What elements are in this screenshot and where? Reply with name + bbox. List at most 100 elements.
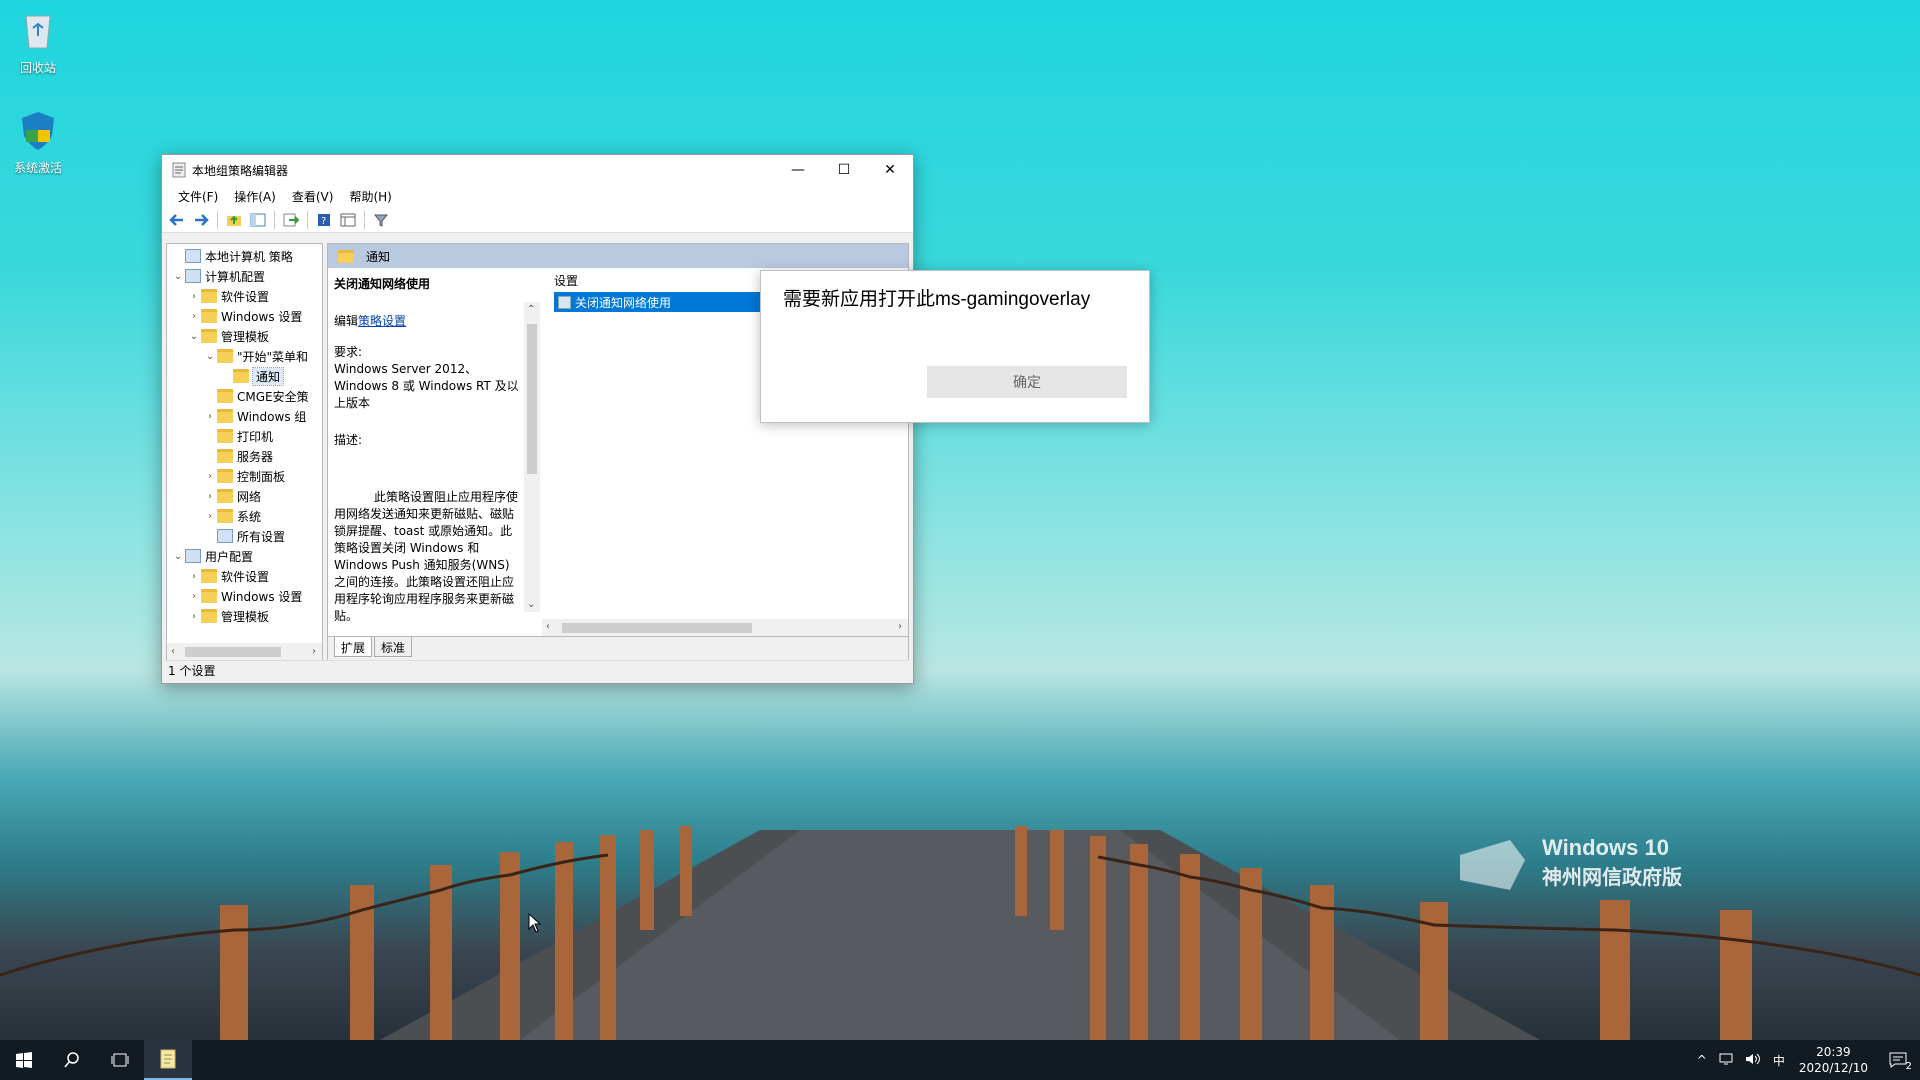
tree-item[interactable]: › Windows 设置 bbox=[167, 306, 322, 326]
tree-item[interactable]: › Windows 设置 bbox=[167, 586, 322, 606]
scroll-thumb[interactable] bbox=[562, 623, 752, 633]
scroll-thumb[interactable] bbox=[527, 324, 537, 474]
task-view-button[interactable] bbox=[96, 1040, 144, 1080]
tree-expander-icon[interactable]: › bbox=[187, 571, 201, 582]
tree-item-label: 控制面板 bbox=[237, 469, 286, 484]
requirements-text: Windows Server 2012、Windows 8 或 Windows … bbox=[334, 362, 519, 410]
start-icon bbox=[16, 1052, 32, 1068]
tree-item-label: Windows 设置 bbox=[221, 589, 303, 604]
tree-item-label: "开始"菜单和 bbox=[237, 349, 309, 364]
tree-item[interactable]: ⌄ 计算机配置 bbox=[167, 266, 322, 286]
tree-expander-icon[interactable]: › bbox=[187, 291, 201, 302]
scroll-right-icon[interactable]: › bbox=[898, 621, 902, 632]
title-bar[interactable]: 本地组策略编辑器 — ☐ ✕ bbox=[162, 155, 913, 185]
tree-expander-icon[interactable]: › bbox=[187, 611, 201, 622]
export-list-icon[interactable] bbox=[280, 209, 302, 231]
tree-item[interactable]: 打印机 bbox=[167, 426, 322, 446]
menu-help[interactable]: 帮助(H) bbox=[341, 188, 399, 205]
scroll-thumb[interactable] bbox=[185, 647, 281, 657]
folder-icon bbox=[217, 489, 233, 503]
tree-expander-icon[interactable]: › bbox=[203, 511, 217, 522]
tree-expander-icon[interactable]: ⌄ bbox=[187, 331, 201, 342]
list-horizontal-scrollbar[interactable]: ‹ › bbox=[542, 619, 908, 636]
tab-standard[interactable]: 标准 bbox=[374, 637, 413, 657]
tree-item[interactable]: › 管理模板 bbox=[167, 606, 322, 626]
menu-action[interactable]: 操作(A) bbox=[226, 188, 284, 205]
tree-expander-icon[interactable]: ⌄ bbox=[171, 271, 185, 282]
close-button[interactable]: ✕ bbox=[867, 155, 913, 185]
scroll-left-icon[interactable]: ‹ bbox=[171, 646, 175, 657]
edit-line: 编辑策略设置 bbox=[334, 313, 536, 330]
tree-item[interactable]: CMGE安全策 bbox=[167, 386, 322, 406]
tree-expander-icon[interactable]: › bbox=[203, 491, 217, 502]
tree-item-label: 打印机 bbox=[237, 429, 274, 444]
filter-icon[interactable] bbox=[370, 209, 392, 231]
taskbar-app-group-policy[interactable] bbox=[144, 1040, 192, 1080]
tree-expander-icon[interactable]: › bbox=[203, 411, 217, 422]
tree-expander-icon[interactable]: ⌄ bbox=[171, 551, 185, 562]
clock-time: 20:39 bbox=[1816, 1045, 1851, 1059]
desktop-icon-activation[interactable]: 系统激活 bbox=[8, 108, 68, 176]
tree-item-label: 通知 bbox=[251, 366, 285, 386]
tree-item-label: 软件设置 bbox=[221, 289, 270, 304]
policy-settings-link[interactable]: 策略设置 bbox=[358, 314, 406, 328]
up-folder-icon[interactable] bbox=[223, 209, 245, 231]
tree-item[interactable]: 服务器 bbox=[167, 446, 322, 466]
tree-item[interactable]: › 控制面板 bbox=[167, 466, 322, 486]
maximize-button[interactable]: ☐ bbox=[821, 155, 867, 185]
tree-item[interactable]: 通知 bbox=[167, 366, 322, 386]
tree-item[interactable]: › 系统 bbox=[167, 506, 322, 526]
description-scrollbar[interactable]: ⌃ ⌄ bbox=[524, 302, 540, 612]
tree-item-label: 系统 bbox=[237, 509, 262, 524]
scroll-up-icon[interactable]: ⌃ bbox=[527, 304, 535, 315]
help-icon[interactable]: ? bbox=[313, 209, 335, 231]
ime-indicator[interactable]: 中 bbox=[1767, 1052, 1791, 1069]
tree-expander-icon[interactable]: › bbox=[203, 471, 217, 482]
toolbar-separator bbox=[307, 210, 308, 229]
tree-item[interactable]: › 软件设置 bbox=[167, 566, 322, 586]
network-icon[interactable] bbox=[1713, 1053, 1739, 1068]
scroll-down-icon[interactable]: ⌄ bbox=[527, 599, 535, 610]
menu-view[interactable]: 查看(V) bbox=[284, 188, 342, 205]
tree-item[interactable]: ⌄ 用户配置 bbox=[167, 546, 322, 566]
details-header: 通知 bbox=[328, 244, 908, 268]
action-center-button[interactable]: 2 bbox=[1876, 1040, 1920, 1080]
clock[interactable]: 20:39 2020/12/10 bbox=[1791, 1044, 1876, 1076]
menu-file[interactable]: 文件(F) bbox=[170, 188, 226, 205]
folder-icon bbox=[201, 589, 217, 603]
tree-expander-icon[interactable]: › bbox=[187, 311, 201, 322]
tree-expander-icon[interactable]: ⌄ bbox=[203, 351, 217, 362]
tree-horizontal-scrollbar[interactable]: ‹ › bbox=[167, 643, 322, 660]
show-hide-tree-icon[interactable] bbox=[247, 209, 269, 231]
chevron-up-icon[interactable]: ^ bbox=[1691, 1053, 1713, 1067]
recycle-bin-icon bbox=[25, 15, 51, 49]
folder-icon bbox=[217, 449, 233, 463]
list-item[interactable]: 关闭通知网络使用 bbox=[554, 292, 774, 312]
properties-icon[interactable] bbox=[337, 209, 359, 231]
toolbar-separator bbox=[274, 210, 275, 229]
tree-item[interactable]: › 软件设置 bbox=[167, 286, 322, 306]
tree-item[interactable]: ⌄ "开始"菜单和 bbox=[167, 346, 322, 366]
system-tray: ^ 中 20:39 2020/12/10 2 bbox=[1691, 1040, 1920, 1080]
tree-item[interactable]: 本地计算机 策略 bbox=[167, 246, 322, 266]
volume-icon[interactable] bbox=[1739, 1053, 1767, 1068]
back-arrow-icon[interactable] bbox=[166, 209, 188, 231]
scroll-right-icon[interactable]: › bbox=[312, 646, 316, 657]
tab-extended[interactable]: 扩展 bbox=[334, 637, 373, 657]
tree-item[interactable]: 所有设置 bbox=[167, 526, 322, 546]
tree-item-label: 网络 bbox=[237, 489, 262, 504]
tree-item[interactable]: › 网络 bbox=[167, 486, 322, 506]
tree-item-label: 本地计算机 策略 bbox=[205, 249, 293, 264]
scroll-left-icon[interactable]: ‹ bbox=[546, 621, 550, 632]
tree-item[interactable]: ⌄ 管理模板 bbox=[167, 326, 322, 346]
forward-arrow-icon[interactable] bbox=[190, 209, 212, 231]
tree-item-label: 软件设置 bbox=[221, 569, 270, 584]
desktop-icon-recycle-bin[interactable]: 回收站 bbox=[8, 8, 68, 76]
minimize-button[interactable]: — bbox=[775, 155, 821, 185]
tree-item[interactable]: › Windows 组 bbox=[167, 406, 322, 426]
tree-expander-icon[interactable]: › bbox=[187, 591, 201, 602]
ok-button[interactable]: 确定 bbox=[927, 366, 1127, 398]
search-button[interactable] bbox=[48, 1040, 96, 1080]
taskbar: ^ 中 20:39 2020/12/10 2 bbox=[0, 1040, 1920, 1080]
start-button[interactable] bbox=[0, 1040, 48, 1080]
